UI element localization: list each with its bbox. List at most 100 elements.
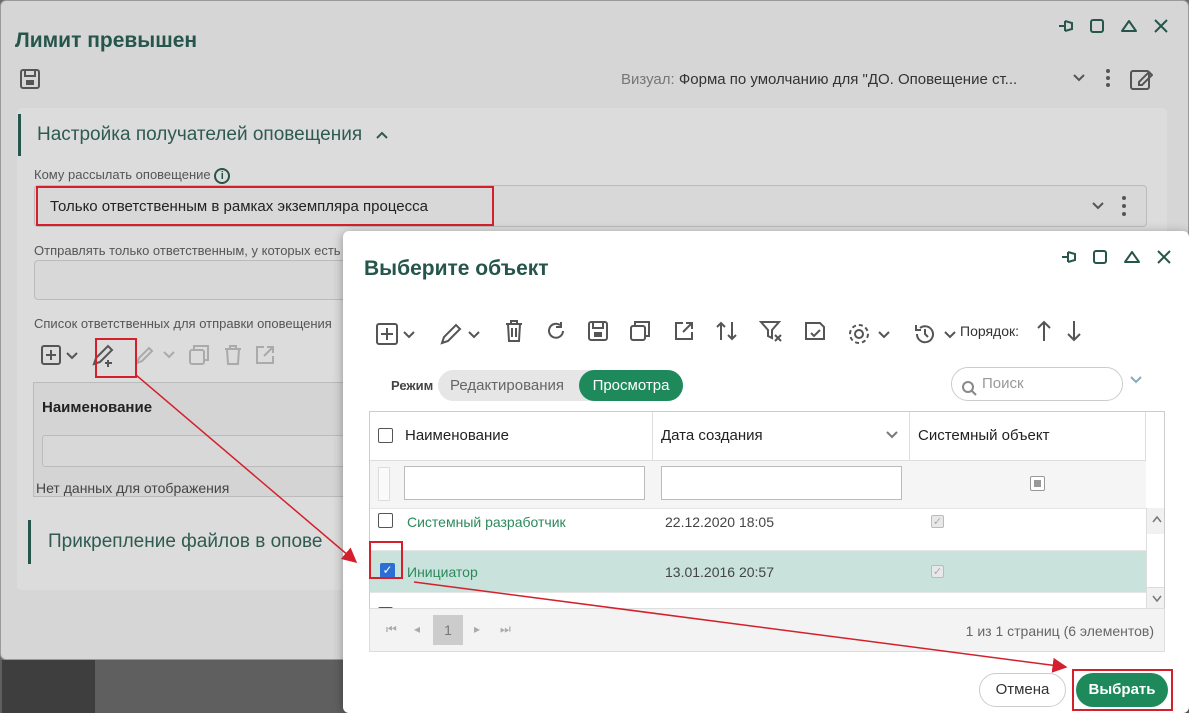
table-row-selected[interactable]: ✓ Инициатор 13.01.2016 20:57 ✓ [370, 550, 1146, 592]
mode-toggle: Редактирования Просмотра [438, 370, 683, 401]
column-header-name[interactable]: Наименование [397, 412, 653, 460]
filter-checkbox-cell [378, 467, 390, 501]
mode-label: Режим [391, 378, 434, 393]
delete-icon[interactable] [222, 344, 244, 371]
search-placeholder: Поиск [982, 375, 1024, 392]
maximize-icon[interactable] [1091, 248, 1109, 266]
edit-icon[interactable] [439, 322, 483, 346]
column-date-text: Дата создания [661, 427, 763, 444]
collapse-icon[interactable] [1120, 17, 1138, 35]
row-system-checkbox: ✓ [931, 515, 944, 528]
filter-name-input[interactable] [404, 466, 645, 500]
page-number[interactable]: 1 [433, 615, 463, 645]
prev-page-icon[interactable]: ◂ [414, 622, 420, 636]
dialog-window-controls [1059, 248, 1173, 266]
resp-list-table: Наименование Нет данных для отображения [33, 382, 363, 497]
row-date: 13.01.2016 20:57 [665, 564, 774, 580]
row-checkbox[interactable] [378, 513, 393, 528]
pin-icon[interactable] [1056, 17, 1074, 35]
scroll-up-icon[interactable] [1151, 514, 1163, 524]
settings-icon[interactable] [847, 322, 893, 346]
table-row[interactable]: Системный разработчик 22.12.2020 18:05 ✓ [370, 508, 1146, 550]
copy-icon[interactable] [188, 344, 212, 371]
chevron-down-icon[interactable] [1090, 196, 1106, 221]
visual-value: Форма по умолчанию для "ДО. Оповещение с… [678, 71, 1018, 88]
more-icon[interactable] [1121, 195, 1127, 222]
page-info: 1 из 1 страниц (6 элементов) [965, 623, 1154, 639]
arrow-down-icon[interactable] [1066, 319, 1082, 348]
resp-list-label: Список ответственных для отправки оповещ… [34, 316, 332, 331]
save-filter-icon[interactable] [803, 319, 827, 348]
close-icon[interactable] [1152, 17, 1170, 35]
recipients-label-text: Кому рассылать оповещение [34, 167, 211, 182]
row-name: Системный разработчик [407, 514, 566, 530]
last-page-icon[interactable]: ⏭ [500, 622, 511, 637]
visual-label: Визуал: [621, 71, 675, 88]
section-title-text: Настройка получателей оповещения [37, 124, 363, 145]
chevron-down-icon[interactable] [885, 430, 899, 440]
save-icon[interactable] [19, 68, 41, 95]
cancel-button[interactable]: Отмена [979, 673, 1066, 707]
column-header-system[interactable]: Системный объект [910, 412, 1146, 460]
collapse-icon[interactable] [1123, 248, 1141, 266]
edit-icon[interactable] [134, 343, 178, 372]
section-recipients-title[interactable]: Настройка получателей оповещения [18, 114, 389, 156]
select-all-checkbox[interactable] [378, 428, 393, 443]
row-system-checkbox: ✓ [931, 565, 944, 578]
save-icon[interactable] [587, 320, 609, 347]
close-icon[interactable] [1155, 248, 1173, 266]
highlight-add-button [95, 338, 137, 378]
history-icon[interactable] [913, 322, 959, 346]
arrow-up-icon[interactable] [1036, 319, 1052, 348]
add-icon[interactable] [40, 344, 80, 371]
order-arrows [1036, 319, 1082, 348]
first-page-icon[interactable]: ⏮ [386, 622, 397, 637]
recipients-value: Только ответственным в рамках экземпляра… [36, 186, 494, 226]
edit-form-icon[interactable] [1129, 67, 1154, 96]
window-title: Лимит превышен [15, 29, 198, 52]
filter-name-input[interactable] [42, 435, 362, 467]
pin-icon[interactable] [1059, 248, 1077, 266]
search-input[interactable]: Поиск [951, 367, 1123, 401]
maximize-icon[interactable] [1088, 17, 1106, 35]
pager: ⏮ ◂ 1 ▸ ⏭ 1 из 1 страниц (6 элементов) [369, 608, 1165, 652]
section-attachments-title[interactable]: Прикрепление файлов в опове [28, 520, 322, 564]
search-options-chevron-icon[interactable] [1129, 373, 1143, 391]
info-icon[interactable]: i [214, 168, 231, 184]
no-data-text: Нет данных для отображения [36, 480, 230, 496]
sort-icon[interactable] [715, 320, 739, 347]
filter-system-checkbox[interactable] [1030, 476, 1045, 491]
chevron-down-icon[interactable] [1071, 67, 1087, 96]
open-icon[interactable] [673, 320, 695, 347]
refresh-icon[interactable] [545, 320, 567, 347]
only-resp-field[interactable] [34, 260, 354, 300]
order-label: Порядок: [960, 323, 1020, 339]
scroll-thumb[interactable] [1147, 534, 1164, 588]
column-header-name: Наименование [42, 399, 153, 416]
open-icon[interactable] [254, 344, 276, 371]
dialog-title: Выберите объект [364, 257, 549, 280]
search-icon [961, 376, 977, 408]
mode-edit-option[interactable]: Редактирования [450, 377, 564, 394]
clear-filter-icon[interactable] [758, 319, 783, 348]
row-checkbox-checked[interactable]: ✓ [380, 563, 395, 578]
window-controls [1056, 17, 1170, 35]
column-header-date[interactable]: Дата создания [653, 412, 910, 460]
taskbar-block [2, 660, 95, 713]
add-icon[interactable] [375, 322, 419, 346]
dialog-toolbar [375, 319, 959, 348]
next-page-icon[interactable]: ▸ [474, 622, 480, 636]
delete-icon[interactable] [503, 319, 525, 348]
select-button[interactable]: Выбрать [1076, 673, 1168, 707]
visual-tools [1071, 67, 1154, 96]
row-date: 22.12.2020 18:05 [665, 514, 774, 530]
visual-selector[interactable]: Визуал: Форма по умолчанию для "ДО. Опов… [621, 71, 1017, 88]
select-object-dialog: Выберите объект Порядок: Режим Редактиро… [343, 231, 1189, 713]
resp-list-toolbar [40, 342, 276, 373]
row-name: Инициатор [407, 564, 478, 580]
filter-date-input[interactable] [661, 466, 902, 500]
mode-view-option[interactable]: Просмотра [579, 370, 683, 401]
more-icon[interactable] [1105, 67, 1111, 96]
scroll-down-icon[interactable] [1151, 594, 1163, 604]
copy-icon[interactable] [629, 320, 653, 347]
